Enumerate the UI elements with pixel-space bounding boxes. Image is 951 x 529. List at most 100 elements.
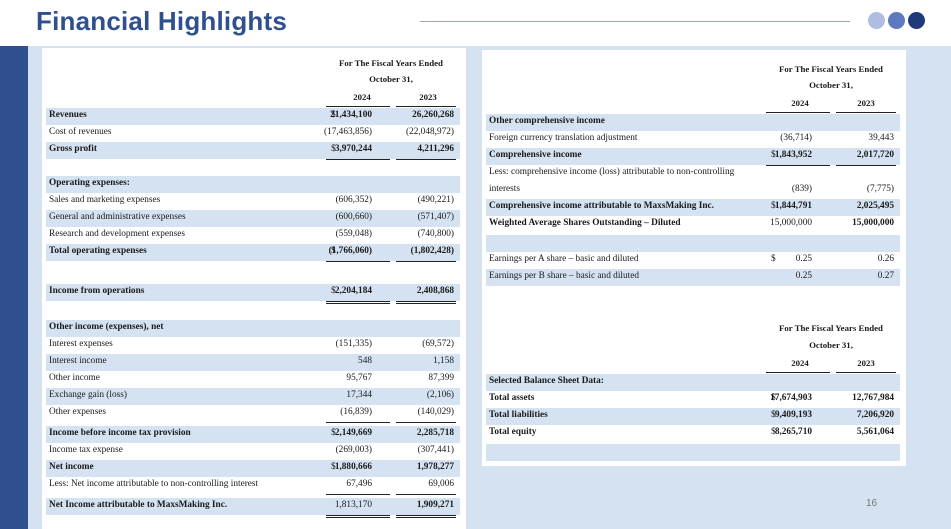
bs-row: Total assets $17,674,903 12,767,984 bbox=[486, 391, 900, 408]
income-value-2023-underline bbox=[396, 494, 456, 495]
income-row: Income from operations $2,204,184 2,408,86… bbox=[46, 284, 460, 301]
income-row-value-2023: 26,260,268 bbox=[412, 110, 454, 120]
comp-row: Foreign currency translation adjustment (… bbox=[486, 131, 900, 148]
income-row-value-2024: (600,660) bbox=[335, 212, 372, 222]
income-row: Net income $1,880,666 1,978,277 bbox=[46, 460, 460, 477]
comp-year1-underline bbox=[766, 112, 830, 113]
income-value-2023-underline bbox=[396, 261, 456, 262]
income-row-label: Revenues bbox=[49, 110, 87, 120]
comprehensive-income-panel: For The Fiscal Years Ended October 31, 2… bbox=[482, 50, 906, 466]
income-row-value-2023: 1,909,271 bbox=[416, 500, 454, 510]
comp-row-value-2023: 0.27 bbox=[877, 271, 894, 281]
income-row-label: Operating expenses: bbox=[49, 178, 130, 188]
income-value-2024-underline-double bbox=[326, 517, 390, 518]
income-row-value-2023: (307,441) bbox=[417, 445, 454, 455]
comp-row: Earnings per A share – basic and diluted… bbox=[486, 252, 900, 269]
bs-row-value-2023: 12,767,984 bbox=[852, 393, 894, 403]
income-value-2023-underline-double bbox=[396, 517, 456, 518]
income-value-2024-underline bbox=[326, 159, 390, 160]
comp-row-value-2023: 2,017,720 bbox=[856, 150, 894, 160]
income-row-value-2024: 548 bbox=[358, 356, 372, 366]
bs-row-label: Total liabilities bbox=[489, 410, 548, 420]
dot-dark-icon bbox=[908, 12, 925, 29]
bs-row: Selected Balance Sheet Data: bbox=[486, 374, 900, 391]
income-row-value-2023: 2,408,868 bbox=[416, 286, 454, 296]
income-row-value-2024: (606,352) bbox=[335, 195, 372, 205]
income-row-value-2024: 1,880,666 bbox=[334, 462, 372, 472]
income-row-value-2023: 2,285,718 bbox=[416, 428, 454, 438]
income-row-label: Net Income attributable to MaxsMaking In… bbox=[49, 500, 228, 510]
income-row-value-2023: (140,029) bbox=[417, 407, 454, 417]
income-row: Sales and marketing expenses (606,352) (49… bbox=[46, 193, 460, 210]
comp-row: Less: comprehensive income (loss) attrib… bbox=[486, 165, 900, 182]
income-row-label: Less: Net income attributable to non-con… bbox=[49, 479, 259, 489]
income-value-2023-underline bbox=[396, 422, 456, 423]
income-row-value-2024: 1,813,170 bbox=[334, 500, 372, 510]
bs-row-label: Selected Balance Sheet Data: bbox=[489, 376, 604, 386]
comp-row: Comprehensive income attributable to Max… bbox=[486, 199, 900, 216]
comp-year-2023: 2023 bbox=[857, 98, 875, 108]
page-title: Financial Highlights bbox=[36, 6, 288, 36]
income-row-value-2023: 87,399 bbox=[428, 373, 454, 383]
income-row-value-2024: 17,344 bbox=[346, 390, 372, 400]
income-row-label: Net income bbox=[49, 462, 94, 472]
income-row-value-2023: 4,211,296 bbox=[417, 144, 454, 154]
income-row-value-2024: (17,463,856) bbox=[323, 127, 372, 137]
income-row: Revenues $21,434,100 26,260,268 bbox=[46, 108, 460, 125]
income-row-value-2023: 1,158 bbox=[433, 356, 454, 366]
bs-row: Total liabilities $9,409,193 7,206,920 bbox=[486, 408, 900, 425]
comp-row-label: Earnings per A share – basic and diluted bbox=[489, 254, 639, 264]
bs-row-value-2023: 5,561,064 bbox=[856, 427, 894, 437]
comp-row-label: Comprehensive income attributable to Max… bbox=[489, 201, 715, 211]
bs-row-label: Total assets bbox=[489, 393, 535, 403]
comp-row-value-2023: 15,000,000 bbox=[852, 218, 894, 228]
income-row: Income tax expense (269,003) (307,441) bbox=[46, 443, 460, 460]
income-row: Interest expenses (151,335) (69,572) bbox=[46, 337, 460, 354]
bs-row-value-2024: 17,674,903 bbox=[770, 393, 812, 403]
income-row-value-2023: (2,106) bbox=[426, 390, 454, 400]
comp-header-line2: October 31, bbox=[809, 80, 853, 90]
income-header-line1: For The Fiscal Years Ended bbox=[339, 58, 443, 68]
comp-row-value-2023: 39,443 bbox=[868, 133, 894, 143]
comp-row-label: Other comprehensive income bbox=[489, 116, 605, 126]
income-row: Less: Net income attributable to non-con… bbox=[46, 477, 460, 494]
income-row: Cost of revenues (17,463,856) (22,048,972) bbox=[46, 125, 460, 142]
income-row: Interest income 548 1,158 bbox=[46, 354, 460, 371]
income-row-label: Income from operations bbox=[49, 286, 145, 296]
income-value-2024-underline bbox=[326, 422, 390, 423]
comp-header-line1: For The Fiscal Years Ended bbox=[779, 64, 883, 74]
income-year-2024: 2024 bbox=[353, 92, 371, 102]
comp-row-value-2024: (839) bbox=[791, 184, 812, 194]
income-value-2024-underline bbox=[326, 301, 390, 302]
income-row-value-2023: (1,802,428) bbox=[410, 246, 454, 256]
bs-year1-underline bbox=[766, 372, 830, 373]
bs-year-2024: 2024 bbox=[791, 358, 809, 368]
income-row-value-2024: 95,767 bbox=[346, 373, 372, 383]
comp-row-label: Less: comprehensive income (loss) attrib… bbox=[489, 167, 735, 177]
comp-row: interests (839) (7,775) bbox=[486, 182, 900, 199]
title-divider bbox=[420, 21, 850, 22]
year1-underline bbox=[326, 106, 390, 107]
comp-row-value-2024: (36,714) bbox=[780, 133, 812, 143]
income-year-2023: 2023 bbox=[419, 92, 437, 102]
comp-row: Other comprehensive income bbox=[486, 114, 900, 131]
income-row-value-2023: (740,800) bbox=[417, 229, 454, 239]
left-accent-bar bbox=[0, 46, 28, 529]
income-statement-panel: For The Fiscal Years Ended October 31, 2… bbox=[42, 48, 466, 529]
comp-row-value-2023: (7,775) bbox=[866, 184, 894, 194]
bs-year-2023: 2023 bbox=[857, 358, 875, 368]
income-row-value-2023: 69,006 bbox=[428, 479, 454, 489]
comp-row-label: interests bbox=[489, 184, 520, 194]
comp-row-value-2023: 0.26 bbox=[877, 254, 894, 264]
income-row: Total operating expenses $ (1,766,060) (1,8… bbox=[46, 244, 460, 261]
income-header-line2: October 31, bbox=[369, 74, 413, 84]
income-row-label: Research and development expenses bbox=[49, 229, 186, 239]
comp-row bbox=[486, 235, 900, 252]
income-row-value-2023: (490,221) bbox=[417, 195, 454, 205]
comp-row-value-2024: 0.25 bbox=[795, 271, 812, 281]
comp-row-label: Weighted Average Shares Outstanding – Di… bbox=[489, 218, 681, 228]
comp-row-value-2023: 2,025,495 bbox=[856, 201, 894, 211]
bs-row-value-2024: 9,409,193 bbox=[774, 410, 812, 420]
income-value-2023-underline bbox=[396, 159, 456, 160]
page-number: 16 bbox=[866, 498, 878, 509]
